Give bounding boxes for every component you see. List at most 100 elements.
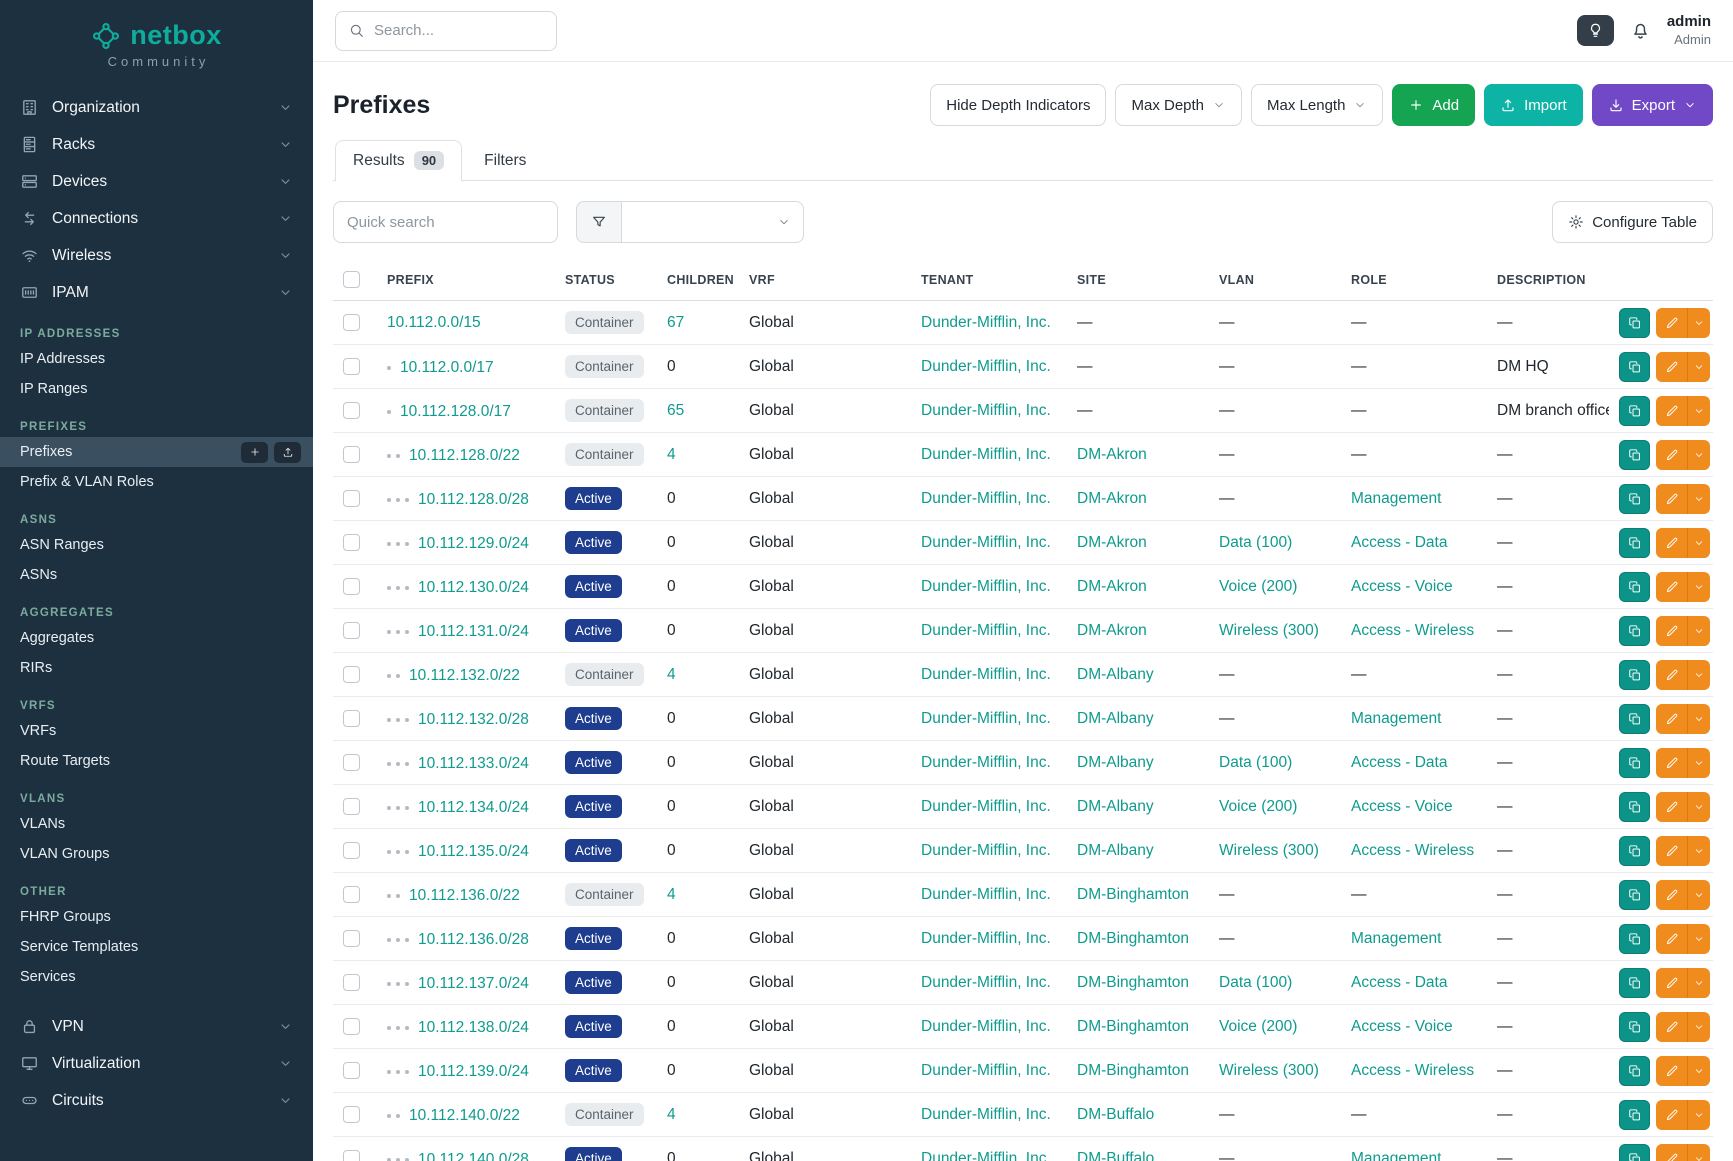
edit-button[interactable] <box>1656 572 1687 602</box>
role-link[interactable]: Management <box>1351 1150 1441 1161</box>
column-header-prefix[interactable]: PREFIX <box>377 259 555 301</box>
column-header-description[interactable]: DESCRIPTION <box>1487 259 1609 301</box>
role-link[interactable]: Access - Voice <box>1351 1018 1453 1035</box>
prefix-link[interactable]: 10.112.133.0/24 <box>418 755 529 773</box>
row-checkbox[interactable] <box>343 534 360 551</box>
row-checkbox[interactable] <box>343 490 360 507</box>
site-link[interactable]: DM-Akron <box>1077 446 1147 463</box>
site-link[interactable]: DM-Binghamton <box>1077 886 1189 903</box>
tenant-link[interactable]: Dunder-Mifflin, Inc. <box>921 622 1051 639</box>
row-checkbox[interactable] <box>343 1106 360 1123</box>
row-checkbox[interactable] <box>343 402 360 419</box>
children-count-link[interactable]: 4 <box>667 886 676 903</box>
column-header-children[interactable]: CHILDREN <box>657 259 739 301</box>
sidebar-item-prefixes[interactable]: Prefixes <box>0 437 313 467</box>
quick-search-input[interactable] <box>333 201 558 243</box>
edit-button[interactable] <box>1656 1144 1687 1161</box>
site-link[interactable]: DM-Albany <box>1077 798 1154 815</box>
brand[interactable]: netbox Community <box>0 0 313 81</box>
copy-button[interactable] <box>1619 880 1650 910</box>
prefix-link[interactable]: 10.112.130.0/24 <box>418 579 529 597</box>
sidebar-item-asn-ranges[interactable]: ASN Ranges <box>0 530 313 560</box>
edit-button[interactable] <box>1656 1056 1687 1086</box>
sidebar-item-route-targets[interactable]: Route Targets <box>0 746 313 776</box>
prefix-link[interactable]: 10.112.134.0/24 <box>418 799 529 817</box>
tenant-link[interactable]: Dunder-Mifflin, Inc. <box>921 1062 1051 1079</box>
prefix-link[interactable]: 10.112.129.0/24 <box>418 535 529 553</box>
tenant-link[interactable]: Dunder-Mifflin, Inc. <box>921 1150 1051 1161</box>
prefix-link[interactable]: 10.112.128.0/22 <box>409 447 520 465</box>
edit-dropdown-toggle[interactable] <box>1687 792 1710 822</box>
quick-import-button[interactable] <box>274 442 301 463</box>
sidebar-item-service-templates[interactable]: Service Templates <box>0 932 313 962</box>
edit-button[interactable] <box>1656 308 1687 338</box>
configure-table-button[interactable]: Configure Table <box>1552 201 1713 243</box>
role-link[interactable]: Access - Data <box>1351 754 1447 771</box>
site-link[interactable]: DM-Akron <box>1077 534 1147 551</box>
tenant-link[interactable]: Dunder-Mifflin, Inc. <box>921 314 1051 331</box>
site-link[interactable]: DM-Albany <box>1077 710 1154 727</box>
row-checkbox[interactable] <box>343 578 360 595</box>
filter-select[interactable] <box>622 201 804 243</box>
row-checkbox[interactable] <box>343 974 360 991</box>
site-link[interactable]: DM-Albany <box>1077 754 1154 771</box>
copy-button[interactable] <box>1619 924 1650 954</box>
prefix-link[interactable]: 10.112.135.0/24 <box>418 843 529 861</box>
search-input[interactable] <box>374 22 544 39</box>
vlan-link[interactable]: Data (100) <box>1219 754 1292 771</box>
site-link[interactable]: DM-Akron <box>1077 490 1147 507</box>
tenant-link[interactable]: Dunder-Mifflin, Inc. <box>921 710 1051 727</box>
column-header-vrf[interactable]: VRF <box>739 259 911 301</box>
sidebar-item-organization[interactable]: Organization <box>0 89 313 126</box>
sidebar-item-vlans[interactable]: VLANs <box>0 809 313 839</box>
site-link[interactable]: DM-Binghamton <box>1077 1062 1189 1079</box>
role-link[interactable]: Management <box>1351 930 1441 947</box>
edit-button[interactable] <box>1656 792 1687 822</box>
prefix-link[interactable]: 10.112.0.0/15 <box>387 314 481 332</box>
role-link[interactable]: Management <box>1351 710 1441 727</box>
sidebar-item-rirs[interactable]: RIRs <box>0 653 313 683</box>
edit-dropdown-toggle[interactable] <box>1687 924 1710 954</box>
vlan-link[interactable]: Wireless (300) <box>1219 842 1319 859</box>
row-checkbox[interactable] <box>343 1150 360 1161</box>
edit-button[interactable] <box>1656 396 1687 426</box>
tenant-link[interactable]: Dunder-Mifflin, Inc. <box>921 1018 1051 1035</box>
sidebar-item-aggregates[interactable]: Aggregates <box>0 623 313 653</box>
row-checkbox[interactable] <box>343 930 360 947</box>
export-button[interactable]: Export <box>1592 84 1713 126</box>
copy-button[interactable] <box>1619 572 1650 602</box>
site-link[interactable]: DM-Akron <box>1077 622 1147 639</box>
site-link[interactable]: DM-Akron <box>1077 578 1147 595</box>
site-link[interactable]: DM-Buffalo <box>1077 1150 1154 1161</box>
children-count-link[interactable]: 4 <box>667 1106 676 1123</box>
sidebar-item-connections[interactable]: Connections <box>0 200 313 237</box>
edit-dropdown-toggle[interactable] <box>1687 440 1710 470</box>
sidebar-item-vlan-groups[interactable]: VLAN Groups <box>0 839 313 869</box>
row-checkbox[interactable] <box>343 754 360 771</box>
max-depth-button[interactable]: Max Depth <box>1115 84 1242 126</box>
edit-button[interactable] <box>1656 440 1687 470</box>
prefix-link[interactable]: 10.112.128.0/28 <box>418 491 529 509</box>
role-link[interactable]: Access - Data <box>1351 534 1447 551</box>
edit-dropdown-toggle[interactable] <box>1687 836 1710 866</box>
vlan-link[interactable]: Voice (200) <box>1219 1018 1297 1035</box>
tenant-link[interactable]: Dunder-Mifflin, Inc. <box>921 534 1051 551</box>
vlan-link[interactable]: Data (100) <box>1219 534 1292 551</box>
edit-dropdown-toggle[interactable] <box>1687 572 1710 602</box>
role-link[interactable]: Access - Voice <box>1351 578 1453 595</box>
sidebar-item-services[interactable]: Services <box>0 962 313 992</box>
copy-button[interactable] <box>1619 396 1650 426</box>
import-button[interactable]: Import <box>1484 84 1583 126</box>
role-link[interactable]: Access - Wireless <box>1351 1062 1474 1079</box>
prefix-link[interactable]: 10.112.131.0/24 <box>418 623 529 641</box>
row-checkbox[interactable] <box>343 358 360 375</box>
tenant-link[interactable]: Dunder-Mifflin, Inc. <box>921 930 1051 947</box>
sidebar-item-wireless[interactable]: Wireless <box>0 237 313 274</box>
column-header-tenant[interactable]: TENANT <box>911 259 1067 301</box>
sidebar-item-prefix-vlan-roles[interactable]: Prefix & VLAN Roles <box>0 467 313 497</box>
role-link[interactable]: Management <box>1351 490 1441 507</box>
prefix-link[interactable]: 10.112.128.0/17 <box>400 403 511 421</box>
prefix-link[interactable]: 10.112.132.0/28 <box>418 711 529 729</box>
copy-button[interactable] <box>1619 1144 1650 1161</box>
user-menu[interactable]: admin Admin <box>1667 13 1711 48</box>
